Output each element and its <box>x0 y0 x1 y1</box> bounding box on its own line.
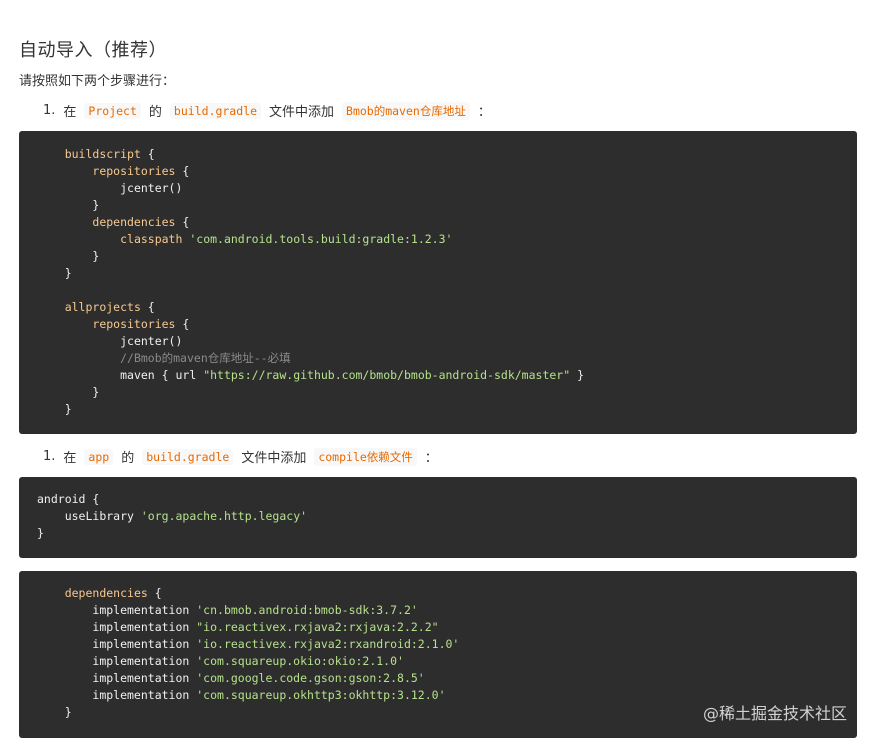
code-line: } <box>37 401 857 418</box>
code-text: { <box>175 317 190 331</box>
step-text: 的 <box>148 105 162 120</box>
code-line: dependencies { <box>37 214 857 231</box>
code-text: useLibrary <box>64 509 141 523</box>
code-text: maven { url <box>120 368 204 382</box>
code-line: repositories { <box>37 163 857 180</box>
code-line: } <box>37 197 857 214</box>
inline-code: build.gradle <box>169 102 261 119</box>
code-string: 'com.google.code.gson:gson:2.8.5' <box>196 671 425 685</box>
code-line: classpath 'com.android.tools.build:gradl… <box>37 231 857 248</box>
inline-code: Bmob的maven仓库地址 <box>342 101 470 120</box>
inline-code: build.gradle <box>142 448 234 465</box>
code-text: jcenter() <box>120 334 183 348</box>
code-keyword: repositories <box>92 317 176 331</box>
step-item: 1. 在 app 的 build.gradle 文件中添加 compile依赖文… <box>43 447 438 466</box>
code-line: } <box>37 525 857 542</box>
code-text: android { <box>37 492 100 506</box>
code-text: } <box>37 526 44 540</box>
code-line: jcenter() <box>37 333 857 350</box>
code-keyword: classpath <box>120 232 183 246</box>
code-text: } <box>64 402 72 416</box>
code-text: } <box>570 368 584 382</box>
code-text: implementation <box>92 637 197 651</box>
code-line: implementation 'io.reactivex.rxjava2:rxa… <box>37 636 857 653</box>
inline-code: app <box>84 448 114 465</box>
code-text: { <box>175 215 190 229</box>
list-number: 1. <box>43 103 56 118</box>
code-text: } <box>92 249 100 263</box>
code-text: } <box>92 198 100 212</box>
code-content: android { useLibrary 'org.apache.http.le… <box>37 491 857 542</box>
inline-code: Project <box>84 102 141 119</box>
step-text: ： <box>477 105 491 120</box>
step-text: ： <box>424 451 438 466</box>
step-text: 的 <box>121 451 135 466</box>
code-string: 'io.reactivex.rxjava2:rxandroid:2.1.0' <box>196 637 460 651</box>
code-comment: //Bmob的maven仓库地址--必填 <box>120 351 291 365</box>
code-text: implementation <box>92 671 197 685</box>
code-text: { <box>140 147 155 161</box>
code-text: implementation <box>92 688 197 702</box>
code-line: implementation 'com.google.code.gson:gso… <box>37 670 857 687</box>
code-line: maven { url "https://raw.github.com/bmob… <box>37 367 857 384</box>
code-string: "https://raw.github.com/bmob/bmob-androi… <box>203 368 571 382</box>
code-string: 'cn.bmob.android:bmob-sdk:3.7.2' <box>196 603 418 617</box>
code-line: repositories { <box>37 316 857 333</box>
code-line: dependencies { <box>37 585 857 602</box>
code-line: useLibrary 'org.apache.http.legacy' <box>37 508 857 525</box>
inline-code: compile依赖文件 <box>314 447 417 466</box>
code-line: allprojects { <box>37 299 857 316</box>
watermark: @稀土掘金技术社区 <box>702 704 847 723</box>
code-content: buildscript { repositories { jcenter() }… <box>37 146 857 418</box>
code-line: } <box>37 265 857 282</box>
code-line: android { <box>37 491 857 508</box>
code-line: implementation 'cn.bmob.android:bmob-sdk… <box>37 602 857 619</box>
list-number: 1. <box>43 449 56 464</box>
step-text: 文件中添加 <box>269 105 335 120</box>
code-text: { <box>147 586 162 600</box>
code-text: implementation <box>92 620 197 634</box>
code-block-project-gradle[interactable]: buildscript { repositories { jcenter() }… <box>19 131 857 434</box>
code-text: { <box>140 300 155 314</box>
code-line: implementation "io.reactivex.rxjava2:rxj… <box>37 619 857 636</box>
code-keyword: dependencies <box>64 586 148 600</box>
code-keyword: allprojects <box>64 300 141 314</box>
step-text: 在 <box>63 105 77 120</box>
section-heading: 自动导入（推荐） <box>19 40 167 61</box>
intro-text: 请按照如下两个步骤进行： <box>19 74 176 89</box>
code-string: 'org.apache.http.legacy' <box>140 509 308 523</box>
code-string: 'com.squareup.okhttp3:okhttp:3.12.0' <box>196 688 446 702</box>
code-block-android[interactable]: android { useLibrary 'org.apache.http.le… <box>19 477 857 558</box>
code-string: "io.reactivex.rxjava2:rxjava:2.2.2" <box>196 620 439 634</box>
code-line: jcenter() <box>37 180 857 197</box>
code-text: } <box>64 705 72 719</box>
code-line: buildscript { <box>37 146 857 163</box>
code-string: 'com.android.tools.build:gradle:1.2.3' <box>189 232 453 246</box>
code-text: implementation <box>92 603 197 617</box>
code-text: } <box>64 266 72 280</box>
code-text: implementation <box>92 654 197 668</box>
code-line: } <box>37 248 857 265</box>
code-text: { <box>175 164 190 178</box>
code-line: } <box>37 384 857 401</box>
step-text: 文件中添加 <box>241 451 307 466</box>
code-keyword: dependencies <box>92 215 176 229</box>
code-keyword: repositories <box>92 164 176 178</box>
code-keyword: buildscript <box>64 147 141 161</box>
code-line: //Bmob的maven仓库地址--必填 <box>37 350 857 367</box>
step-item: 1. 在 Project 的 build.gradle 文件中添加 Bmob的m… <box>43 101 491 120</box>
code-text: } <box>92 385 100 399</box>
step-text: 在 <box>63 451 77 466</box>
article-page: 自动导入（推荐） 请按照如下两个步骤进行： 1. 在 Project 的 bui… <box>0 0 869 744</box>
code-line: implementation 'com.squareup.okio:okio:2… <box>37 653 857 670</box>
code-text: jcenter() <box>120 181 183 195</box>
code-string: 'com.squareup.okio:okio:2.1.0' <box>196 654 404 668</box>
